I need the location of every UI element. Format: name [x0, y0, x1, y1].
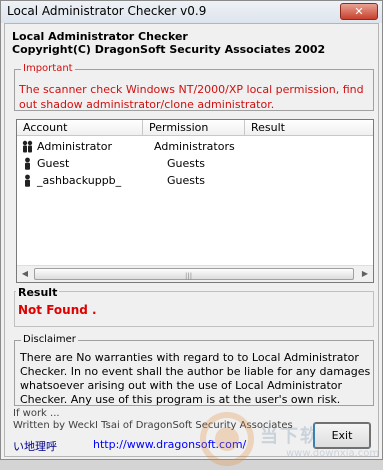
table-row[interactable]: Administrator Administrators	[17, 138, 373, 155]
copyright-heading: Copyright(C) DragonSoft Security Associa…	[12, 43, 326, 56]
table-row[interactable]: Guest Guests	[17, 155, 373, 172]
result-label: Result	[16, 286, 60, 299]
prefix-link[interactable]: い地理呼	[13, 438, 57, 454]
account-name: Guest	[37, 157, 70, 170]
accounts-list[interactable]: Account Permission Result Administrator …	[16, 119, 374, 283]
column-header-account[interactable]: Account	[17, 120, 143, 136]
account-permission: Administrators	[154, 140, 235, 153]
account-name: _ashbackuppb_	[37, 174, 122, 187]
scroll-left-icon: ◀	[21, 269, 29, 278]
disclaimer-label: Disclaimer	[21, 334, 78, 346]
disclaimer-group: Disclaimer There are No warranties with …	[14, 334, 374, 406]
users-icon	[22, 140, 33, 153]
user-icon	[25, 157, 30, 170]
horizontal-scrollbar[interactable]: ◀ ||| ▶	[17, 265, 373, 282]
if-work-text: If work ...	[13, 408, 60, 419]
important-label: Important	[21, 63, 75, 75]
column-header-permission[interactable]: Permission	[143, 120, 245, 136]
column-header-result[interactable]: Result	[245, 120, 373, 136]
window-title: Local Administrator Checker v0.9	[7, 4, 207, 18]
scroll-right-icon: ▶	[361, 269, 369, 278]
title-bar[interactable]: Local Administrator Checker v0.9 ✕	[1, 1, 382, 23]
scrollbar-thumb[interactable]: |||	[34, 268, 354, 280]
result-value: Not Found .	[18, 303, 97, 317]
scroll-right-button[interactable]: ▶	[357, 267, 373, 281]
account-permission: Guests	[167, 174, 206, 187]
watermark-url: www.downxia.com	[286, 448, 380, 459]
grip-icon: |||	[185, 272, 193, 280]
app-window: Local Administrator Checker v0.9 ✕ Local…	[0, 0, 383, 466]
app-name-heading: Local Administrator Checker	[12, 30, 188, 43]
user-icon	[25, 174, 30, 187]
disclaimer-text: There are No warranties with regard to t…	[20, 351, 371, 406]
important-group: Important The scanner check Windows NT/2…	[14, 63, 374, 111]
client-area: Local Administrator Checker Copyright(C)…	[4, 23, 379, 466]
account-name: Administrator	[37, 140, 112, 153]
watermark: 当下软件园 www.downxia.com	[200, 412, 379, 470]
important-text: The scanner check Windows NT/2000/XP loc…	[19, 83, 364, 111]
account-permission: Guests	[167, 157, 206, 170]
close-button[interactable]: ✕	[340, 3, 378, 20]
table-row[interactable]: _ashbackuppb_ Guests	[17, 172, 373, 189]
scroll-left-button[interactable]: ◀	[17, 267, 33, 281]
exit-button[interactable]: Exit	[313, 422, 371, 449]
watermark-logo-icon	[200, 412, 254, 466]
close-icon: ✕	[354, 5, 364, 18]
